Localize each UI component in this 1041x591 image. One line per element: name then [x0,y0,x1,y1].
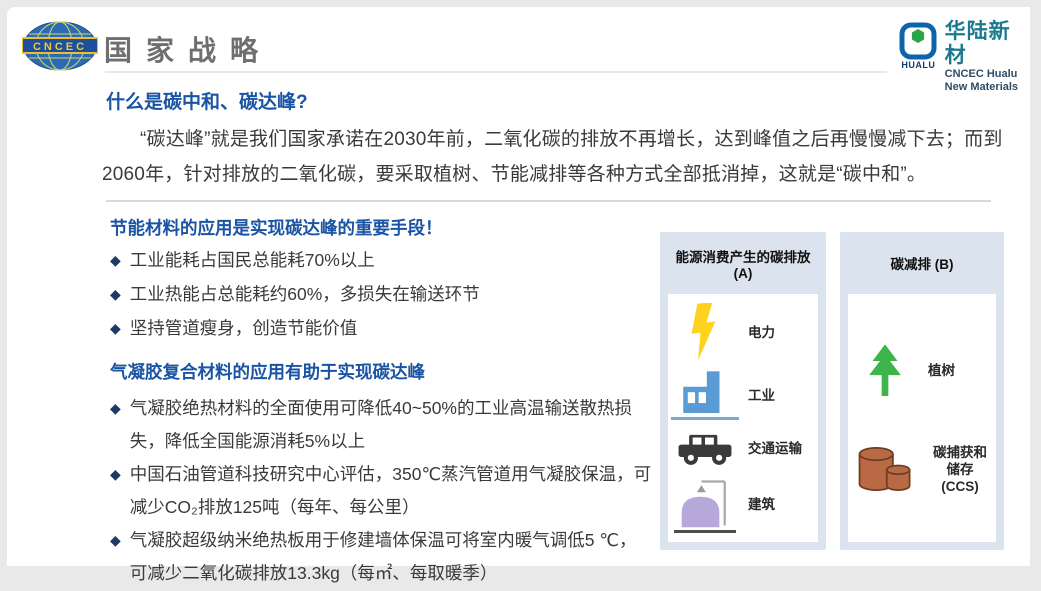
hualu-name-en1: CNCEC Hualu [945,68,1030,81]
hualu-logo: HUALU 华陆新材 CNCEC Hualu New Materials [897,20,1030,94]
emissions-panel-body: 电力 工业 [668,294,818,542]
reduction-panel: 碳减排 (B) 植树 [840,232,1004,550]
bullet-text: 坚持管道瘦身，创造节能价值 [130,316,358,340]
emissions-panel-title: 能源消费产生的碳排放 (A) [660,232,826,294]
panel-row-trees: 植树 [848,341,996,401]
barrels-icon [852,443,918,495]
cncec-globe-icon: CNCEC [22,20,98,72]
diamond-bullet-icon: ◆ [110,458,121,491]
section-divider [106,200,991,202]
hualu-logo-mark: HUALU [897,20,940,70]
ground-line [674,530,736,533]
car-icon [672,431,738,467]
bullet-text: 中国石油管道科技研究中心评估，350℃蒸汽管道用气凝胶保温，可减少CO₂排放12… [130,458,654,524]
ccs-label-line1: 碳捕获和储存 [928,444,992,478]
row-label: 工业 [748,387,775,404]
ground-line [671,417,739,420]
row-label: 电力 [748,324,775,341]
list-item: ◆ 气凝胶绝热材料的全面使用可降低40~50%的工业高温输送散热损失，降低全国能… [102,392,654,458]
diamond-bullet-icon: ◆ [110,248,121,272]
panel-row-construction: 建筑 [668,477,818,533]
row-label: 建筑 [748,496,775,513]
panel-row-industry: 工业 [668,371,818,420]
hualu-name-cn: 华陆新材 [945,20,1030,68]
tree-icon [852,341,918,401]
ccs-label-line2: (CCS) [928,478,992,495]
list-item: ◆ 工业热能占总能耗约60%，多损失在输送环节 [102,282,654,306]
panel-row-electricity: 电力 [668,303,818,361]
bullet-text: 气凝胶超级纳米绝热板用于修建墙体保温可将室内暖气调低5 ℃，可减少二氧化碳排放1… [130,524,654,590]
row-label-ccs: 碳捕获和储存 (CCS) [928,444,992,495]
list-item: ◆ 坚持管道瘦身，创造节能价值 [102,316,654,340]
list-item: ◆ 工业能耗占国民总能耗70%以上 [102,248,654,272]
diamond-bullet-icon: ◆ [110,392,121,425]
diamond-bullet-icon: ◆ [110,316,121,340]
emissions-panel: 能源消费产生的碳排放 (A) 电力 [660,232,826,550]
hualu-mark-label: HUALU [901,60,935,70]
lightning-icon [672,303,738,361]
dome-building-icon [672,477,738,533]
aerogel-bullet-list: ◆ 气凝胶绝热材料的全面使用可降低40~50%的工业高温输送散热损失，降低全国能… [102,392,654,590]
diamond-bullet-icon: ◆ [110,282,121,306]
bullet-text: 气凝胶绝热材料的全面使用可降低40~50%的工业高温输送散热损失，降低全国能源消… [130,392,654,458]
header-divider [105,71,887,73]
list-item: ◆ 气凝胶超级纳米绝热板用于修建墙体保温可将室内暖气调低5 ℃，可减少二氧化碳排… [102,524,654,590]
reduction-panel-body: 植树 [848,294,996,542]
row-label: 植树 [928,362,955,379]
page-title: 国家战略 [104,29,272,69]
bullet-text: 工业热能占总能耗约60%，多损失在输送环节 [130,282,480,306]
hualu-logo-text: 华陆新材 CNCEC Hualu New Materials [945,20,1030,94]
cncec-logo: CNCEC [22,20,98,72]
row-label: 交通运输 [748,440,802,457]
bullet-text: 工业能耗占国民总能耗70%以上 [130,248,375,272]
list-item: ◆ 中国石油管道科技研究中心评估，350℃蒸汽管道用气凝胶保温，可减少CO₂排放… [102,458,654,524]
hualu-mark-icon [897,20,939,62]
reduction-panel-title: 碳减排 (B) [840,232,1004,294]
energy-bullet-list: ◆ 工业能耗占国民总能耗70%以上 ◆ 工业热能占总能耗约60%，多损失在输送环… [102,248,654,340]
panel-row-transport: 交通运输 [668,431,818,467]
factory-icon [672,371,738,420]
panel-row-ccs: 碳捕获和储存 (CCS) [848,443,996,495]
slide: CNCEC 国家战略 HUALU 华陆新材 CNCEC Hualu New Ma… [7,7,1030,566]
intro-paragraph: “碳达峰”就是我们国家承诺在2030年前，二氧化碳的排放不再增长，达到峰值之后再… [102,122,1032,192]
diamond-bullet-icon: ◆ [110,524,121,557]
intro-heading: 什么是碳中和、碳达峰? [102,91,1034,115]
cncec-logo-label: CNCEC [33,41,87,53]
